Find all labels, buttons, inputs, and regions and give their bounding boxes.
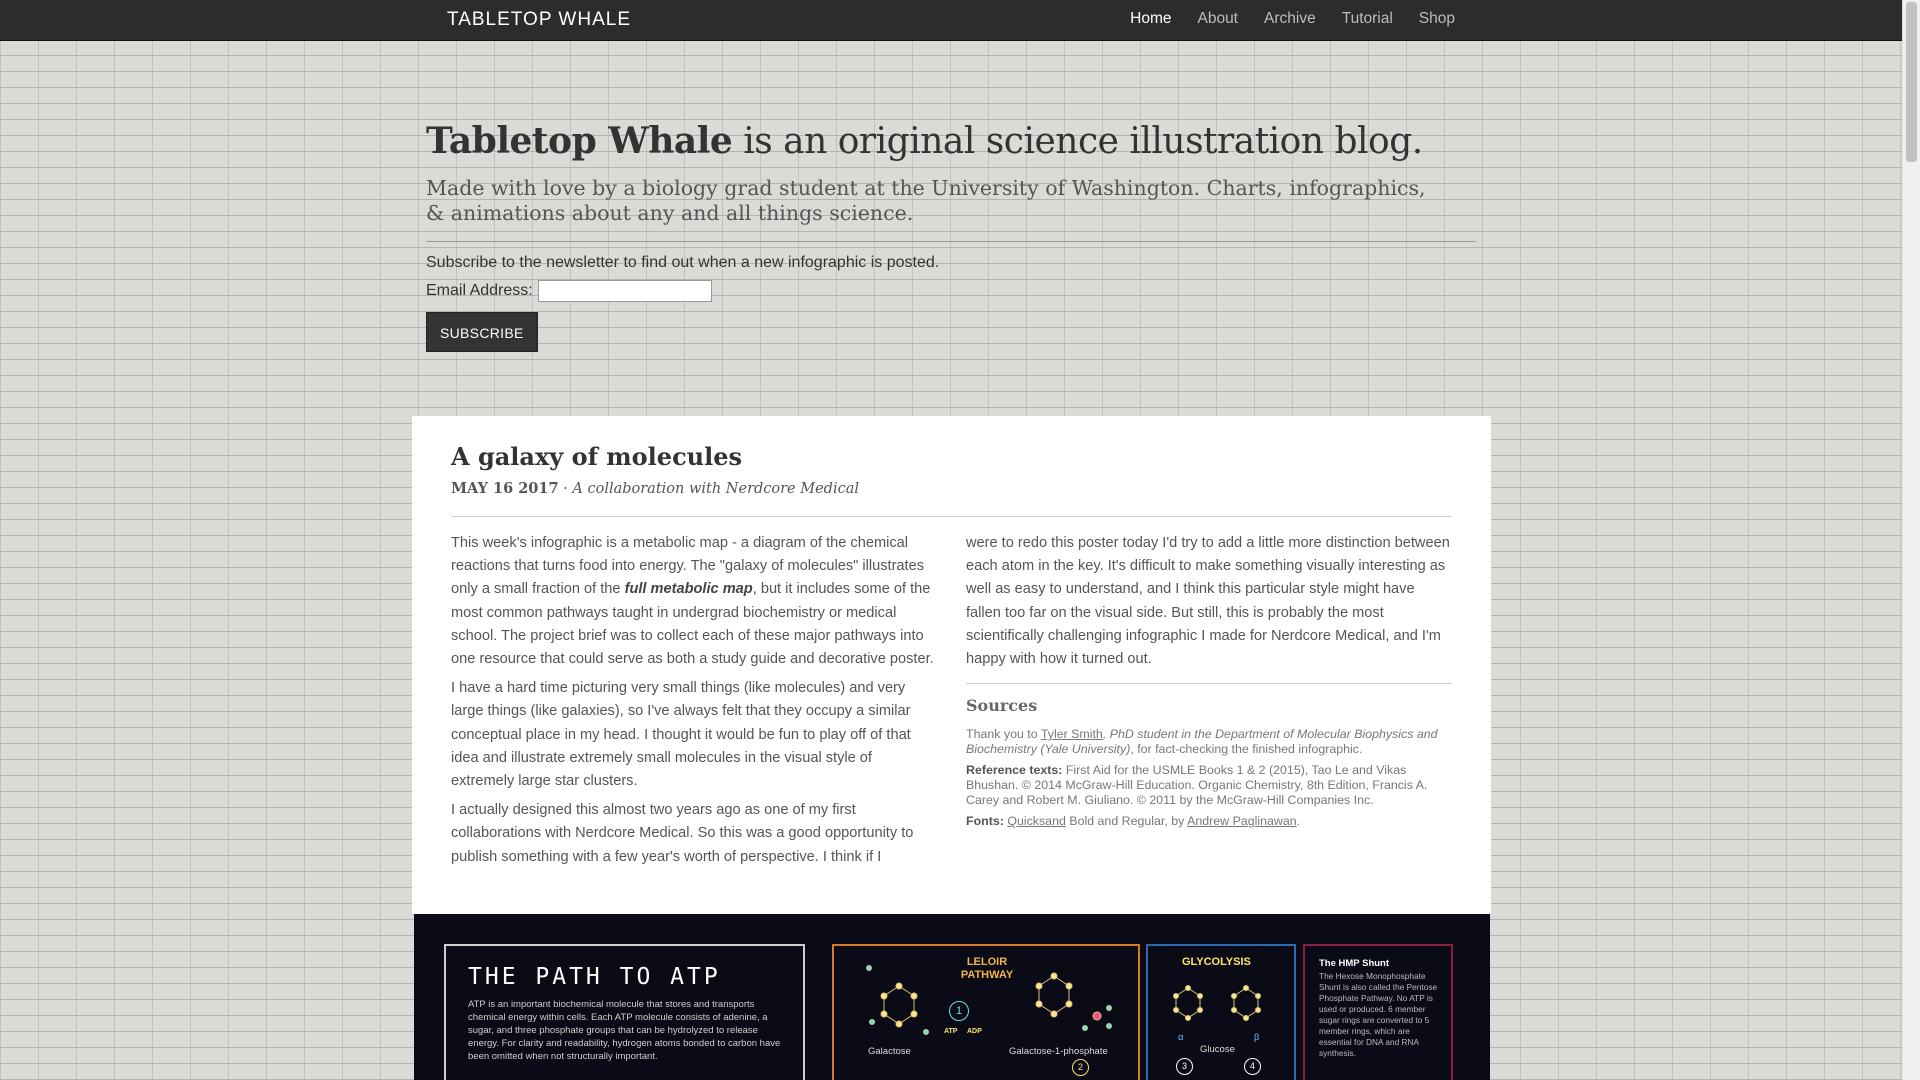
top-navbar: TABLETOP WHALE Home About Archive Tutori… <box>0 0 1903 41</box>
tyler-smith-link[interactable]: Tyler Smith <box>1041 727 1103 741</box>
subscribe-button[interactable]: SUBSCRIBE <box>426 312 538 352</box>
post-collab: A collaboration with Nerdcore Medical <box>572 481 859 497</box>
thanks-a: Thank you to <box>966 727 1041 742</box>
nav-home[interactable]: Home <box>1130 10 1171 28</box>
paragraph-4: were to redo this poster today I'd try t… <box>966 535 1450 668</box>
meta-separator: · <box>558 481 573 497</box>
infographic-preview[interactable]: THE PATH TO ATP ATP is an important bioc… <box>414 914 1490 1080</box>
full-metabolic-map-link[interactable]: full metabolic map <box>625 581 753 597</box>
glycolysis-panel: GLYCOLYSIS α β Glucose 3 4 <box>1146 944 1296 1080</box>
step-2-badge: 2 <box>1072 1059 1089 1076</box>
nav-about[interactable]: About <box>1197 10 1238 28</box>
step-3-badge: 3 <box>1176 1058 1193 1075</box>
andrew-paglinawan-link[interactable]: Andrew Paglinawan <box>1187 814 1297 828</box>
site-brand[interactable]: TABLETOP WHALE <box>447 9 631 31</box>
nav-shop[interactable]: Shop <box>1419 10 1455 28</box>
paragraph-3: I actually designed this almost two year… <box>451 802 914 865</box>
post-meta: MAY 16 2017 · A collaboration with Nerdc… <box>451 480 859 497</box>
post-divider <box>451 516 1451 517</box>
paragraph-2: I have a hard time picturing very small … <box>451 680 911 790</box>
post-column-right: were to redo this poster today I'd try t… <box>966 532 1452 835</box>
alpha-label: α <box>1178 1032 1184 1043</box>
beta-label: β <box>1254 1032 1260 1043</box>
glucose-molecule-icon <box>1173 985 1261 1021</box>
page-scrollbar[interactable] <box>1902 0 1920 1080</box>
scrollbar-thumb[interactable] <box>1906 2 1917 162</box>
sources-divider <box>966 683 1452 685</box>
glycolysis-title: GLYCOLYSIS <box>1182 956 1251 968</box>
nav-tutorial[interactable]: Tutorial <box>1342 10 1393 28</box>
paragraph-1: This week's infographic is a metabolic m… <box>451 532 939 671</box>
post-title[interactable]: A galaxy of molecules <box>451 442 742 471</box>
post-date: MAY 16 2017 <box>451 480 559 497</box>
email-row: Email Address: <box>426 280 1476 302</box>
site-subtitle: Made with love by a biology grad student… <box>426 176 1426 225</box>
email-input[interactable] <box>537 280 712 302</box>
post-card: A galaxy of molecules MAY 16 2017 · A co… <box>412 416 1491 914</box>
sources-heading: Sources <box>966 696 1038 716</box>
tagline-brand: Tabletop Whale <box>426 120 733 162</box>
leloir-adp-label: ADP <box>967 1028 982 1035</box>
hero-divider <box>426 241 1476 242</box>
step-1-badge: 1 <box>949 1001 969 1021</box>
fonts-credit: Fonts: Quicksand Bold and Regular, by An… <box>966 814 1452 829</box>
atp-panel-text: ATP is an important biochemical molecule… <box>468 999 781 1062</box>
reference-texts: Reference texts: First Aid for the USMLE… <box>966 763 1452 808</box>
leloir-panel: LELOIR PATHWAY 1 ATP ADP Galactose Galact… <box>832 944 1140 1080</box>
quicksand-link[interactable]: Quicksand <box>1007 814 1066 828</box>
fonts-mid: Bold and Regular, by <box>1065 814 1188 829</box>
hmp-title: The HMP Shunt <box>1319 958 1390 969</box>
main-nav: Home About Archive Tutorial Shop <box>1104 10 1455 28</box>
fonts-label: Fonts: <box>966 814 1004 829</box>
email-label: Email Address: <box>426 282 533 299</box>
leloir-atp-label: ATP <box>944 1028 958 1035</box>
step-4-badge: 4 <box>1244 1058 1261 1075</box>
fonts-end: . <box>1296 814 1301 829</box>
leloir-line1: LELOIR <box>966 956 1008 968</box>
glucose-label: Glucose <box>1200 1044 1235 1055</box>
galactose-label: Galactose <box>868 1046 911 1057</box>
galactose-1-phosphate-molecule-icon <box>1035 972 1112 1031</box>
atp-panel-title: THE PATH TO ATP <box>468 964 721 990</box>
hero-section: Tabletop Whale is an original science il… <box>426 120 1476 352</box>
post-column-left: This week's infographic is a metabolic m… <box>451 532 939 875</box>
galactose-1-phosphate-label: Galactose-1-phosphate <box>1009 1046 1108 1057</box>
site-tagline: Tabletop Whale is an original science il… <box>426 120 1476 162</box>
atp-panel: THE PATH TO ATP ATP is an important bioc… <box>444 944 805 1080</box>
tagline-rest: is an original science illustration blog… <box>732 121 1423 162</box>
thanks-text: Thank you to Tyler Smith, PhD student in… <box>966 727 1452 757</box>
newsletter-text: Subscribe to the newsletter to find out … <box>426 254 940 271</box>
ref-label: Reference texts: <box>966 763 1063 778</box>
galactose-molecule-icon <box>866 965 929 1035</box>
hmp-shunt-panel: The HMP Shunt The Hexose Monophosphate S… <box>1303 944 1453 1080</box>
thanks-b: , for fact-checking the finished infogra… <box>1130 742 1363 757</box>
hmp-text: The Hexose Monophosphate Shunt is also c… <box>1319 971 1438 1058</box>
leloir-line2: PATHWAY <box>960 969 1014 981</box>
nav-archive[interactable]: Archive <box>1264 10 1316 28</box>
